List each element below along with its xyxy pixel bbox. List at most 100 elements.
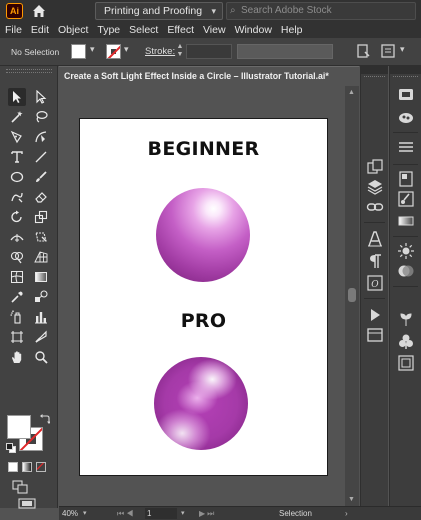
paintbrush-tool-icon[interactable] xyxy=(32,168,50,186)
stroke-stepper[interactable]: ▲ ▼ xyxy=(175,43,185,61)
dock-grip[interactable] xyxy=(393,76,418,79)
scroll-up-icon[interactable]: ▲ xyxy=(348,89,355,96)
toolbar-grip[interactable] xyxy=(6,69,52,73)
menu-type[interactable]: Type xyxy=(93,22,124,38)
workspace-switcher[interactable]: Printing and Proofing ▾ xyxy=(95,2,223,20)
pro-soft-light-sphere[interactable] xyxy=(154,357,248,450)
scale-tool-icon[interactable] xyxy=(32,208,50,226)
stroke-label[interactable]: Stroke: xyxy=(145,46,175,57)
stroke-weight-field[interactable] xyxy=(186,44,232,59)
menu-window[interactable]: Window xyxy=(231,22,276,38)
ellipse-tool-icon[interactable] xyxy=(8,168,26,186)
menu-effect[interactable]: Effect xyxy=(163,22,198,38)
pen-tool-icon[interactable] xyxy=(8,128,26,146)
menu-object[interactable]: Object xyxy=(54,22,92,38)
pro-heading[interactable]: PRO xyxy=(80,310,327,332)
appearance-panel-icon[interactable] xyxy=(397,242,415,260)
dock-header[interactable] xyxy=(390,66,421,74)
shape-builder-tool-icon[interactable] xyxy=(8,248,26,266)
slice-tool-icon[interactable] xyxy=(32,328,50,346)
fill-color-swatch[interactable] xyxy=(71,44,86,59)
free-transform-tool-icon[interactable] xyxy=(32,228,50,246)
artboards-panel-icon[interactable] xyxy=(366,326,384,344)
stroke-chevron-down-icon[interactable]: ▾ xyxy=(124,44,129,55)
stock-search-input[interactable]: ⌕ Search Adobe Stock xyxy=(226,2,416,20)
zoom-chevron-down-icon[interactable]: ▾ xyxy=(83,509,87,517)
brushes-panel-icon[interactable] xyxy=(397,190,415,208)
beginner-heading[interactable]: BEGINNER xyxy=(80,138,327,160)
document-setup-icon[interactable] xyxy=(355,43,371,59)
gradient-tool-icon[interactable] xyxy=(32,268,50,286)
menu-view[interactable]: View xyxy=(199,22,230,38)
zoom-tool-icon[interactable] xyxy=(32,348,50,366)
opentype-panel-icon[interactable]: O xyxy=(366,274,384,292)
dock-grip[interactable] xyxy=(364,76,385,79)
layers-panel-icon[interactable] xyxy=(366,178,384,196)
shaper-tool-icon[interactable] xyxy=(8,188,26,206)
artboard-number-field[interactable]: 1 xyxy=(145,508,177,519)
direct-selection-tool-icon[interactable] xyxy=(32,88,50,106)
libraries-panel-icon[interactable] xyxy=(397,86,415,104)
transparency-panel-icon[interactable] xyxy=(397,262,415,280)
vertical-scrollbar[interactable]: ▲ ▼ xyxy=(345,86,359,506)
properties-panel-icon[interactable] xyxy=(397,138,415,156)
column-graph-tool-icon[interactable] xyxy=(32,308,50,326)
menu-file[interactable]: File xyxy=(1,22,26,38)
dock-header[interactable] xyxy=(361,66,388,74)
screen-mode-icon[interactable] xyxy=(18,498,36,510)
next-last-artboard-icon[interactable]: ▶⏭ xyxy=(199,509,216,519)
fill-color-box[interactable] xyxy=(7,415,31,439)
selection-tool-icon[interactable] xyxy=(8,88,26,106)
document-tab[interactable]: Create a Soft Light Effect Inside a Circ… xyxy=(59,66,359,86)
mesh-tool-icon[interactable] xyxy=(8,268,26,286)
beginner-soft-light-sphere[interactable] xyxy=(156,188,250,282)
artboard[interactable]: BEGINNER PRO xyxy=(79,118,328,476)
default-fill-stroke-icon[interactable] xyxy=(6,443,16,453)
links-panel-icon[interactable] xyxy=(366,198,384,216)
artboard-chevron-down-icon[interactable]: ▾ xyxy=(181,509,185,517)
eyedropper-tool-icon[interactable] xyxy=(8,288,26,306)
canvas-area[interactable]: BEGINNER PRO xyxy=(59,86,345,506)
symbol-sprayer-tool-icon[interactable] xyxy=(8,308,26,326)
lasso-tool-icon[interactable] xyxy=(32,108,50,126)
type-tool-icon[interactable] xyxy=(8,148,26,166)
scrollbar-thumb[interactable] xyxy=(348,288,356,302)
control-bar-menu-chevron-icon[interactable]: ▾ xyxy=(400,44,405,55)
width-tool-icon[interactable] xyxy=(8,228,26,246)
swatches-panel-icon[interactable] xyxy=(397,170,415,188)
home-icon[interactable] xyxy=(31,3,47,19)
transform-panel-icon[interactable] xyxy=(366,158,384,176)
gradient-mode-icon[interactable] xyxy=(22,462,32,472)
perspective-grid-tool-icon[interactable] xyxy=(32,248,50,266)
curvature-tool-icon[interactable] xyxy=(32,128,50,146)
gradient-panel-icon[interactable] xyxy=(397,212,415,230)
swap-fill-stroke-icon[interactable] xyxy=(40,414,51,424)
preferences-icon[interactable] xyxy=(380,43,396,59)
status-menu-arrow-icon[interactable]: › xyxy=(345,509,348,518)
character-panel-icon[interactable] xyxy=(366,230,384,248)
actions-panel-icon[interactable] xyxy=(366,306,384,324)
none-mode-icon[interactable] xyxy=(36,462,46,472)
artboard-tool-icon[interactable] xyxy=(8,328,26,346)
asset-export-panel-icon[interactable] xyxy=(397,354,415,372)
hand-tool-icon[interactable] xyxy=(8,348,26,366)
first-prev-artboard-icon[interactable]: ⏮◀ xyxy=(117,509,135,519)
paragraph-panel-icon[interactable] xyxy=(366,252,384,270)
blend-tool-icon[interactable] xyxy=(32,288,50,306)
variable-width-field[interactable] xyxy=(237,44,333,59)
scroll-down-icon[interactable]: ▼ xyxy=(348,496,355,503)
eraser-tool-icon[interactable] xyxy=(32,188,50,206)
fill-chevron-down-icon[interactable]: ▾ xyxy=(90,44,95,55)
magic-wand-tool-icon[interactable] xyxy=(8,108,26,126)
color-guide-panel-icon[interactable] xyxy=(397,108,415,126)
graphic-styles-panel-icon[interactable] xyxy=(397,332,415,350)
line-segment-tool-icon[interactable] xyxy=(32,148,50,166)
rotate-tool-icon[interactable] xyxy=(8,208,26,226)
menu-edit[interactable]: Edit xyxy=(27,22,53,38)
color-mode-icon[interactable] xyxy=(8,462,18,472)
menu-help[interactable]: Help xyxy=(277,22,307,38)
symbols-panel-icon[interactable] xyxy=(397,310,415,328)
status-display[interactable]: Selection xyxy=(279,509,312,518)
stroke-color-swatch[interactable] xyxy=(106,44,121,59)
menu-select[interactable]: Select xyxy=(125,22,162,38)
